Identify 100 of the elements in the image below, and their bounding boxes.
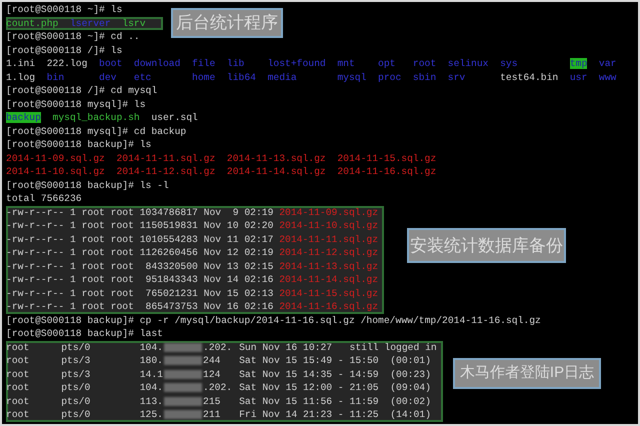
file-name: lost+found (268, 58, 326, 69)
file-name: proc (378, 72, 402, 82)
login-time: Sat Nov 15 12:00 - 21:05 (09:04) (239, 381, 431, 394)
file-name: lsrv (122, 18, 146, 28)
file-name: 2014-11-14.sql.gz (279, 273, 378, 286)
login-user: root (6, 340, 30, 354)
file-name: lserver (70, 18, 111, 28)
terminal-line: [root@S000118 /]# cd mysql (6, 84, 158, 98)
file-name: download (134, 58, 180, 69)
terminal-line: total 7566236 (6, 192, 83, 206)
file-name: 2014-11-11.sql.gz (279, 232, 378, 246)
terminal-line: [root@S000118 backup]# ls -l (6, 178, 170, 192)
login-ip: 125. (140, 408, 163, 422)
blurred-ip (164, 342, 202, 352)
file-name: root (412, 58, 436, 69)
file-name: 2014-11-10.sql.gz (6, 166, 105, 177)
terminal-line: [root@S000118 mysql]# ls (6, 98, 147, 111)
login-user: root (6, 354, 30, 368)
terminal-line: [root@S000118 backup]# last (6, 327, 164, 340)
terminal-line: [root@S000118 backup]# ls (6, 138, 152, 152)
blurred-ip (164, 410, 202, 420)
login-ip: 104. (140, 381, 163, 394)
file-name: selinux (448, 58, 488, 69)
file-name: 2014-11-09.sql.gz (279, 206, 378, 219)
file-name: opt (378, 58, 396, 69)
file-name: 222.log (46, 58, 88, 69)
file-name: 2014-11-14.sql.gz (226, 166, 326, 177)
file-name: sys (500, 58, 518, 69)
file-name: usr (570, 72, 588, 82)
file-name: tmp (570, 58, 588, 69)
file-name: file (192, 58, 216, 69)
login-ip: .202. (203, 381, 234, 394)
login-ip: 124 (203, 368, 222, 381)
login-time: Fri Nov 14 21:23 - 11:25 (14:01) (239, 408, 431, 422)
blurred-ip (164, 370, 202, 379)
file-name: 1.log (6, 72, 36, 82)
file-name: dev (99, 72, 116, 82)
login-ip: 180. (140, 354, 163, 368)
file-name: 2014-11-12.sql.gz (116, 166, 216, 177)
file-name: lib64 (226, 72, 256, 82)
file-name: www (598, 72, 616, 82)
file-name: etc (134, 72, 152, 82)
terminal-line: [root@S000118 /]# ls (6, 44, 124, 57)
terminal-line: [root@S000118 ~]# cd .. (6, 30, 141, 44)
annotation-label: 后台统计程序 (171, 8, 283, 38)
file-name: 1.ini (6, 58, 36, 69)
login-user: root (6, 394, 30, 408)
file-name: sbin (412, 72, 436, 82)
login-ip: 104. (140, 340, 163, 354)
blurred-ip (164, 383, 202, 392)
file-name: media (268, 72, 297, 82)
login-terminal: pts/3 (61, 354, 92, 368)
login-ip: 113. (140, 394, 163, 408)
file-name: mysql (337, 72, 366, 82)
login-terminal: pts/3 (61, 368, 92, 381)
login-terminal: pts/0 (61, 340, 92, 354)
login-time: Sat Nov 15 11:56 - 11:59 (00:02) (239, 394, 431, 408)
file-info: -rw-r--r-- 1 root root 1126260456 Nov 12 02:19 (6, 246, 274, 260)
file-info: -rw-r--r-- 1 root root 865473753 Nov 16 02:16 (6, 300, 274, 314)
annotation-label: 木马作者登陆IP日志 (453, 358, 601, 389)
terminal-line: [root@S000118 ~]# ls (6, 3, 124, 16)
file-name: 2014-11-11.sql.gz (116, 152, 216, 164)
login-time: Sat Nov 15 14:35 - 14:59 (00:23) (239, 368, 431, 381)
file-name: boot (99, 58, 122, 69)
login-time: Sat Nov 15 15:49 - 15:50 (00:01) (239, 354, 431, 368)
file-name: test64.bin (500, 72, 558, 82)
login-ip: 211 (203, 408, 222, 422)
file-name: backup (6, 112, 41, 123)
file-name: 2014-11-13.sql.gz (226, 152, 326, 164)
terminal-line: [root@S000118 backup]# cp -r /mysql/backup/2014-11-16.sql.gz /home/www/tmp/2014-11-16.sql.gz (6, 314, 542, 327)
terminal-line: [root@S000118 mysql]# cd backup (6, 124, 188, 138)
file-name: 2014-11-09.sql.gz (6, 152, 105, 164)
file-name: home (192, 72, 216, 82)
file-name: 2014-11-13.sql.gz (279, 260, 378, 273)
login-time: Sun Nov 16 10:27 still logged in (239, 340, 437, 354)
annotation-label: 安装统计数据库备份 (407, 228, 566, 263)
file-name: srv (448, 72, 466, 82)
file-name: 2014-11-15.sql.gz (279, 286, 378, 300)
file-name: mysql_backup.sh (52, 112, 140, 123)
blurred-ip (164, 356, 202, 366)
login-ip: .202. (203, 340, 234, 354)
file-name: bin (46, 72, 64, 82)
file-name: lib (226, 58, 244, 69)
login-user: root (6, 368, 30, 381)
file-name: user.sql (151, 112, 198, 123)
blurred-ip (164, 396, 202, 406)
file-name: 2014-11-15.sql.gz (337, 152, 436, 164)
file-info: -rw-r--r-- 1 root root 1010554283 Nov 11 02:17 (6, 232, 274, 246)
file-name: 2014-11-12.sql.gz (279, 246, 378, 260)
login-ip: 215 (203, 394, 222, 408)
file-name: 2014-11-10.sql.gz (279, 219, 378, 232)
login-terminal: pts/0 (61, 408, 92, 422)
login-terminal: pts/0 (61, 394, 92, 408)
file-name: count.php (6, 18, 58, 28)
login-user: root (6, 408, 30, 422)
login-terminal: pts/0 (61, 381, 92, 394)
file-name: var (598, 58, 616, 69)
login-ip: 14.1 (140, 368, 163, 381)
login-user: root (6, 381, 30, 394)
file-info: -rw-r--r-- 1 root root 765021231 Nov 15 02:13 (6, 286, 274, 300)
